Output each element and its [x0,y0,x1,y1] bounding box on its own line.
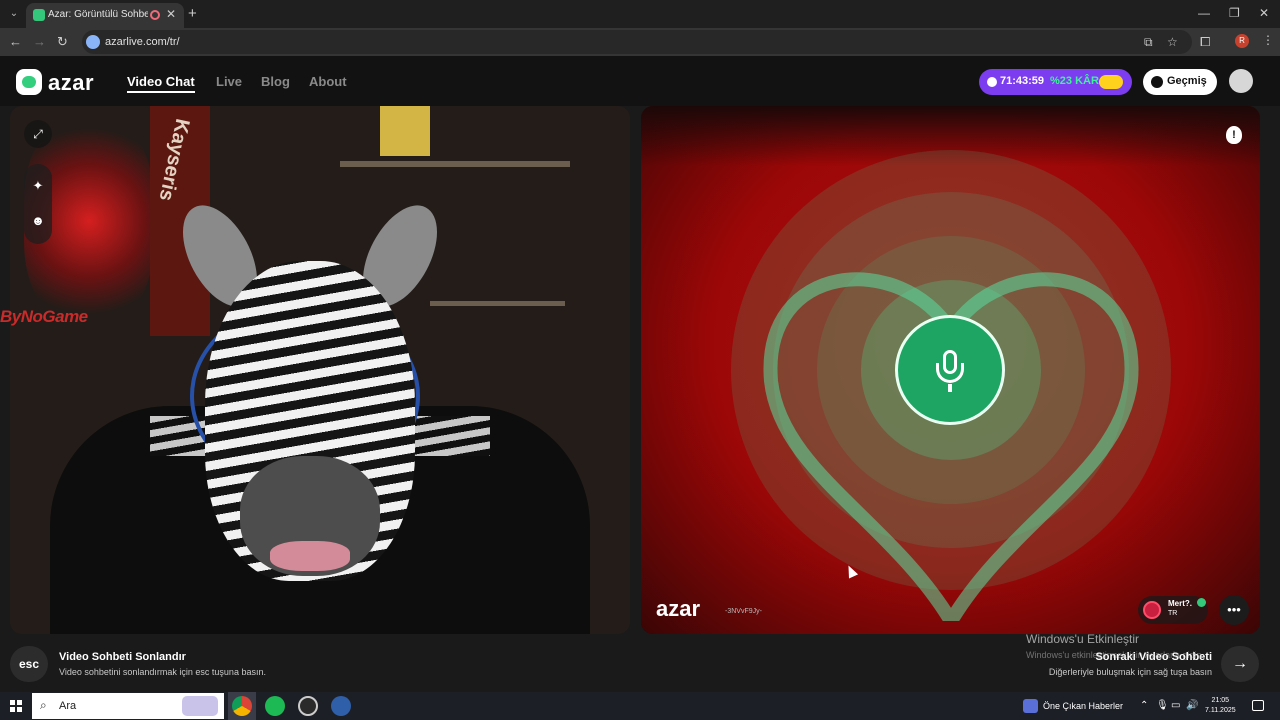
browser-tab-strip: ⌄ Azar: Görüntülü Sohbet, Ye ✕ + — ❐ ✕ [0,0,1280,28]
esc-key-button[interactable]: esc [10,646,48,682]
next-arrow-button[interactable]: → [1221,646,1259,682]
end-chat-desc: Video sohbetini sonlandırmak için esc tu… [59,667,266,677]
history-button[interactable]: Geçmiş [1143,69,1217,95]
shelf [430,301,565,306]
site-info-icon[interactable] [86,35,100,49]
news-widget-label[interactable]: Öne Çıkan Haberler [1043,701,1123,711]
browser-toolbar: ← → ↻ azarlive.com/tr/ ⧉ ☆ ⧠ R ⋮ [0,28,1280,56]
effect-controls: ✦ ☻ [24,164,52,244]
close-window-icon[interactable]: ✕ [1259,6,1269,20]
stream-watermark: ByNoGame [0,307,88,326]
history-label: Geçmiş [1167,75,1207,87]
windows-taskbar: ⌕ Ara Öne Çıkan Haberler ⌃ 🎙 ▭ 🔊 21:05 7… [0,692,1280,720]
windows-start-icon[interactable] [10,700,22,712]
back-icon[interactable]: ← [9,34,22,49]
user-avatar-icon[interactable] [1229,69,1253,93]
tray-overflow-icon[interactable]: ⌃ [1140,700,1148,711]
azar-logo[interactable]: azar [16,69,106,95]
microphone-tray-icon[interactable]: 🎙 [1156,700,1169,711]
nav-live[interactable]: Live [216,74,242,89]
sparkle-effects-icon[interactable]: ✦ [24,172,52,200]
verified-icon [1197,598,1206,607]
cast-icon[interactable]: ⧉ [1144,35,1153,50]
remote-user-name: Mert?. [1168,599,1192,608]
history-clock-icon [1151,76,1163,88]
restore-icon[interactable]: ❐ [1229,6,1240,20]
remote-azar-logo: azar [656,596,701,621]
warning-sign [380,106,430,156]
recording-indicator-icon [150,10,160,20]
nav-about[interactable]: About [309,74,347,89]
azar-favicon-icon [33,9,45,21]
minimize-icon[interactable]: — [1198,6,1210,20]
notification-icon[interactable] [1252,700,1264,711]
expand-icon[interactable]: ⤢ [24,120,52,148]
azar-logo-icon [16,69,42,95]
url-text: azarlive.com/tr/ [105,36,180,48]
mic-button[interactable] [895,315,1005,425]
app-icon[interactable] [331,696,351,716]
browser-tab[interactable]: Azar: Görüntülü Sohbet, Ye ✕ [26,3,184,28]
spotify-icon[interactable] [265,696,285,716]
obs-icon[interactable] [298,696,318,716]
logo-text: azar [48,70,95,95]
microphone-base [948,384,952,392]
bookmark-star-icon[interactable]: ☆ [1167,35,1178,49]
promo-deal: %23 KÂR [1050,75,1099,87]
profile-avatar[interactable]: R [1235,34,1249,48]
nav-blog[interactable]: Blog [261,74,290,89]
session-id: -3NVvF9Jy- [725,608,762,615]
clock-time: 21:05 [1211,697,1230,704]
extensions-icon[interactable]: ⧠ [1200,34,1210,50]
tab-close-icon[interactable]: ✕ [166,7,176,21]
taskbar-clock[interactable]: 21:05 7.11.2025 [1205,696,1236,716]
chrome-icon[interactable] [232,696,252,716]
site-header: azar Video Chat Live Blog About 71:43:59… [0,56,1280,106]
zebra-mouth [270,541,350,571]
remote-user-chip[interactable]: Mert?. TR [1138,596,1208,624]
nav-video-chat[interactable]: Video Chat [127,74,195,93]
shelf [340,161,570,167]
zebra-mask [167,193,453,581]
windows-activation-watermark: Windows'u Etkinleştir Windows'u etkinleş… [1026,632,1204,660]
activation-title: Windows'u Etkinleştir [1026,632,1139,646]
search-highlight-art [182,696,218,716]
local-video: Kayseris ⤢ ✦ ☻ [10,106,630,634]
volume-icon[interactable]: 🔊 [1186,700,1198,711]
promo-badge[interactable]: 71:43:59 %23 KÂR [979,69,1132,95]
reload-icon[interactable]: ↻ [57,34,68,50]
next-chat-desc: Diğerleriyle buluşmak için sağ tuşa bası… [1048,667,1212,677]
taskbar-search[interactable]: ⌕ Ara [32,693,224,719]
search-placeholder: Ara [59,700,77,712]
promo-timer: 71:43:59 [1000,75,1045,87]
chat-bubble-icon[interactable]: ••• [1219,595,1249,625]
end-chat-title: Video Sohbeti Sonlandır [59,651,186,663]
address-bar[interactable]: azarlive.com/tr/ ⧉ ☆ [82,30,1192,54]
microphone-stand [936,363,964,383]
remote-video: ! azar -3NVvF9Jy- Mert?. TR ••• [641,106,1260,634]
mask-face-icon[interactable]: ☻ [24,207,52,235]
forward-icon[interactable]: → [33,34,46,49]
clock-date: 7.11.2025 [1205,707,1236,714]
report-shield-icon[interactable]: ! [1226,126,1242,144]
clock-icon [987,77,997,87]
new-tab-icon[interactable]: + [188,5,197,22]
heart-like-icon[interactable] [1143,601,1161,619]
search-icon: ⌕ [40,698,47,712]
browser-menu-icon[interactable]: ⋮ [1262,33,1274,47]
remote-user-country: TR [1168,610,1178,617]
network-icon[interactable]: ▭ [1171,700,1180,711]
gems-icon [1099,75,1123,89]
tab-title: Azar: Görüntülü Sohbet, Ye [48,9,148,20]
tab-search-icon[interactable]: ⌄ [6,6,22,22]
activation-desc: Windows'u etkinleştirmek için Ayarlar'a … [1026,650,1204,660]
news-widget-icon[interactable] [1023,699,1038,713]
